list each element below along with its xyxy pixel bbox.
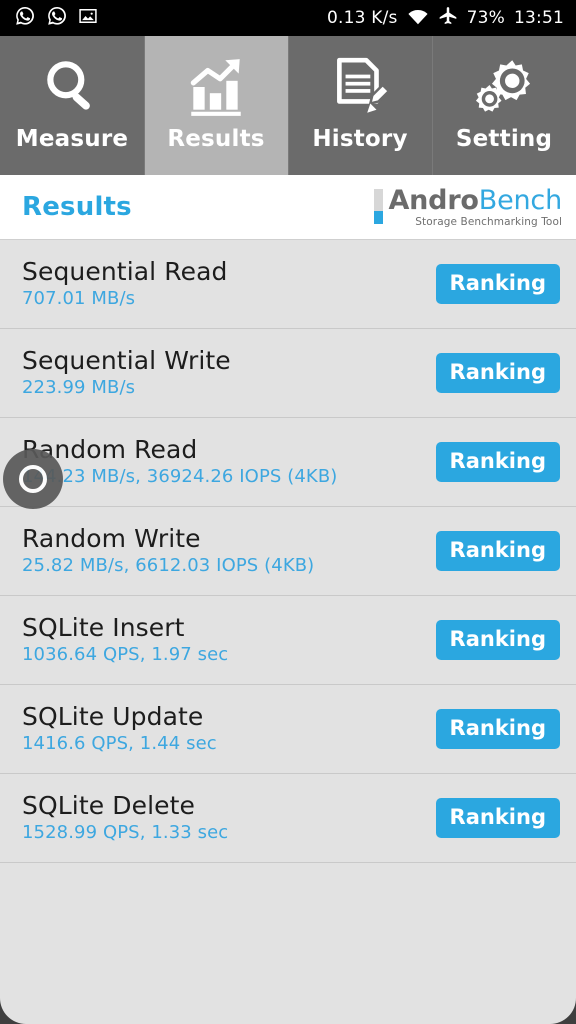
ranking-button[interactable]: Ranking [435, 709, 560, 749]
logo-bar-mark [374, 187, 384, 228]
clock-label: 13:51 [514, 7, 564, 28]
benchmark-value: 1036.64 QPS, 1.97 sec [22, 644, 229, 666]
status-bar-system-icons: 0.13 K/s 73% 13:51 [327, 6, 564, 31]
table-row[interactable]: Sequential Read 707.01 MB/s Ranking [0, 240, 576, 329]
logo-word-andro: Andro [388, 184, 479, 216]
logo-bar-bottom [374, 210, 384, 224]
gears-icon [471, 54, 537, 120]
ranking-button[interactable]: Ranking [435, 798, 560, 838]
image-icon [78, 6, 98, 30]
logo-tagline: Storage Benchmarking Tool [415, 215, 562, 228]
benchmark-name: SQLite Delete [22, 790, 195, 820]
benchmark-name: Random Read [22, 434, 198, 464]
tab-label: Setting [455, 126, 553, 152]
androbench-logo: AndroBench Storage Benchmarking Tool [374, 187, 562, 228]
benchmark-value: 144.23 MB/s, 36924.26 IOPS (4KB) [22, 466, 338, 488]
wifi-icon [407, 7, 429, 30]
benchmark-name: Sequential Write [22, 345, 231, 375]
ranking-button[interactable]: Ranking [435, 531, 560, 571]
results-list: Sequential Read 707.01 MB/s Ranking Sequ… [0, 240, 576, 863]
status-bar: 0.13 K/s 73% 13:51 [0, 0, 576, 36]
bar-chart-icon [183, 54, 249, 120]
table-row[interactable]: Sequential Write 223.99 MB/s Ranking [0, 329, 576, 418]
search-icon [39, 54, 105, 120]
logo-text: AndroBench Storage Benchmarking Tool [388, 187, 562, 228]
benchmark-name: SQLite Update [22, 701, 204, 731]
phone-screen: 0.13 K/s 73% 13:51 Measure Results Histo… [0, 0, 576, 1024]
airplane-mode-icon [438, 6, 458, 31]
row-texts: SQLite Update 1416.6 QPS, 1.44 sec [22, 701, 217, 755]
tab-label: Results [167, 126, 265, 152]
page-title: Results [22, 192, 132, 222]
logo-wordmark: AndroBench [388, 187, 562, 214]
ranking-button[interactable]: Ranking [435, 620, 560, 660]
network-speed-label: 0.13 K/s [327, 7, 398, 28]
row-texts: Sequential Read 707.01 MB/s [22, 256, 228, 310]
benchmark-value: 1416.6 QPS, 1.44 sec [22, 733, 217, 755]
whatsapp-icon [46, 5, 68, 31]
document-pencil-icon [327, 54, 393, 120]
benchmark-name: Sequential Read [22, 256, 228, 286]
benchmark-name: Random Write [22, 523, 201, 553]
benchmark-value: 707.01 MB/s [22, 288, 136, 310]
benchmark-value: 25.82 MB/s, 6612.03 IOPS (4KB) [22, 555, 315, 577]
results-content-panel: Results AndroBench Storage Benchmarking … [0, 175, 576, 1024]
tab-results[interactable]: Results [144, 36, 288, 175]
row-texts: SQLite Insert 1036.64 QPS, 1.97 sec [22, 612, 229, 666]
row-texts: Random Write 25.82 MB/s, 6612.03 IOPS (4… [22, 523, 315, 577]
tab-history[interactable]: History [288, 36, 432, 175]
table-row[interactable]: SQLite Delete 1528.99 QPS, 1.33 sec Rank… [0, 774, 576, 863]
row-texts: SQLite Delete 1528.99 QPS, 1.33 sec [22, 790, 229, 844]
benchmark-value: 223.99 MB/s [22, 377, 136, 399]
benchmark-name: SQLite Insert [22, 612, 185, 642]
table-row[interactable]: SQLite Insert 1036.64 QPS, 1.97 sec Rank… [0, 596, 576, 685]
table-row[interactable]: Random Write 25.82 MB/s, 6612.03 IOPS (4… [0, 507, 576, 596]
benchmark-value: 1528.99 QPS, 1.33 sec [22, 822, 229, 844]
whatsapp-icon [14, 5, 36, 31]
tab-setting[interactable]: Setting [432, 36, 576, 175]
main-tab-bar: Measure Results History Setting [0, 36, 576, 175]
ranking-button[interactable]: Ranking [435, 442, 560, 482]
table-row[interactable]: Random Read 144.23 MB/s, 36924.26 IOPS (… [0, 418, 576, 507]
battery-percent-label: 73% [466, 7, 505, 28]
tab-measure[interactable]: Measure [0, 36, 144, 175]
tab-label: Measure [15, 126, 129, 152]
ranking-button[interactable]: Ranking [435, 353, 560, 393]
logo-word-bench: Bench [478, 184, 562, 216]
ranking-button[interactable]: Ranking [435, 264, 560, 304]
table-row[interactable]: SQLite Update 1416.6 QPS, 1.44 sec Ranki… [0, 685, 576, 774]
row-texts: Random Read 144.23 MB/s, 36924.26 IOPS (… [22, 434, 338, 488]
logo-bar-top [374, 188, 384, 211]
tab-label: History [312, 126, 408, 152]
status-bar-notification-icons [14, 5, 98, 31]
row-texts: Sequential Write 223.99 MB/s [22, 345, 231, 399]
page-header: Results AndroBench Storage Benchmarking … [0, 175, 576, 240]
